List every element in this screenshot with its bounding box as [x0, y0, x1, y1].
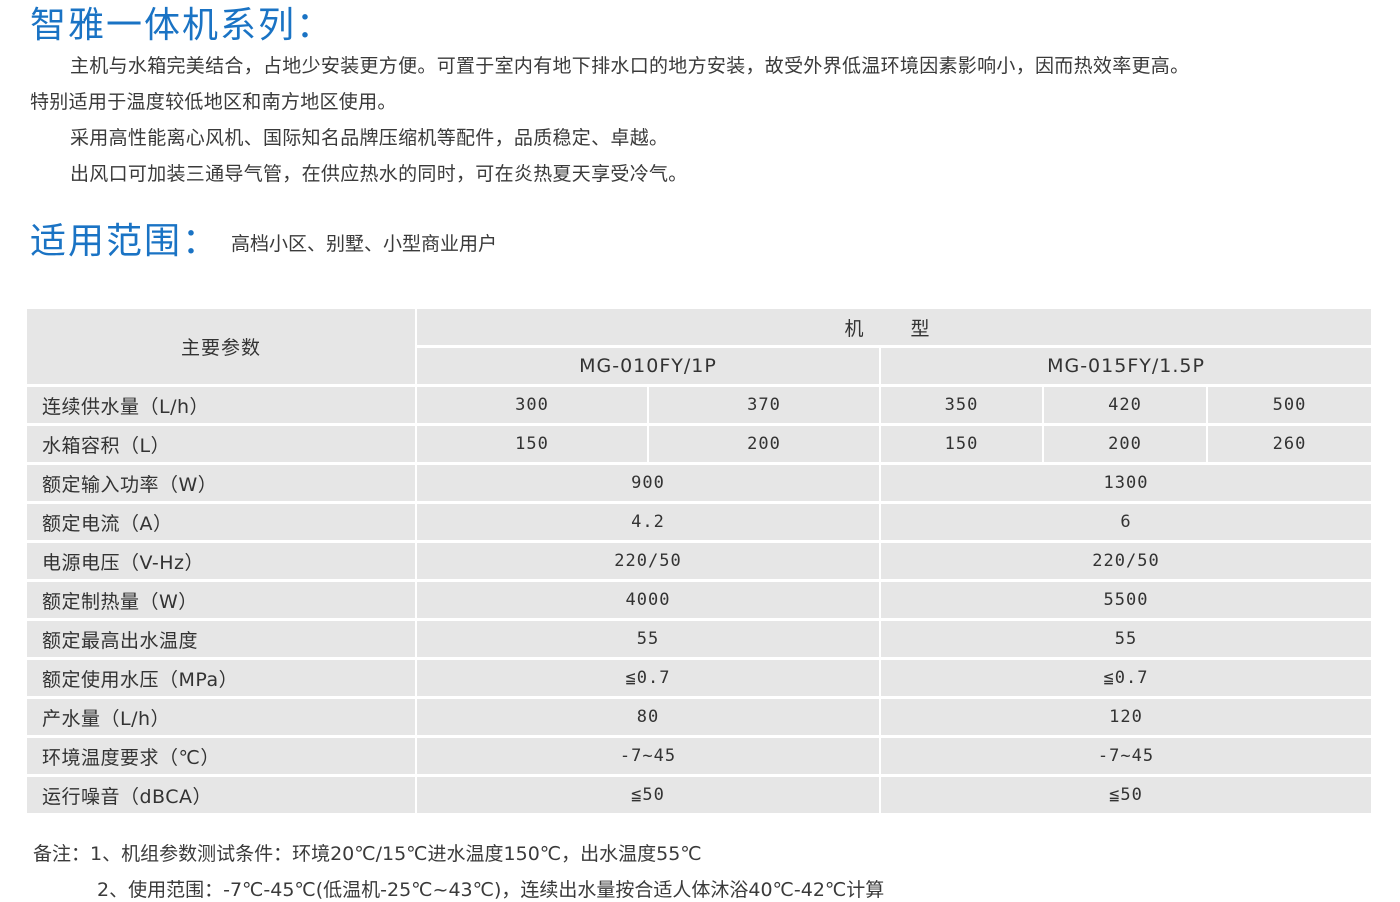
table-row: 连续供水量（L/h） 300 370 350 420 500 [27, 387, 1372, 426]
cell: 6 [881, 504, 1372, 543]
table-row: 运行噪音（dBCA） ≦50 ≦50 [27, 777, 1372, 816]
cell: 500 [1208, 387, 1372, 426]
row-label: 产水量（L/h） [27, 699, 417, 738]
cell: -7~45 [881, 738, 1372, 777]
cell: 200 [1044, 426, 1208, 465]
intro-paragraph-2: 采用高性能离心风机、国际知名品牌压缩机等配件，品质稳定、卓越。 [70, 127, 669, 149]
row-label: 额定使用水压（MPa） [27, 660, 417, 699]
cell: 5500 [881, 582, 1372, 621]
table-row: 额定输入功率（W） 900 1300 [27, 465, 1372, 504]
intro-paragraph-1: 主机与水箱完美结合，占地少安装更方便。可置于室内有地下排水口的地方安装，故受外界… [70, 55, 1190, 77]
note-line-2: 2、使用范围：-7℃-45℃(低温机-25℃~43℃)，连续出水量按合适人体沐浴… [97, 879, 885, 901]
cell: 260 [1208, 426, 1372, 465]
row-label: 额定电流（A） [27, 504, 417, 543]
cell: 350 [881, 387, 1044, 426]
table-row: 额定最高出水温度 55 55 [27, 621, 1372, 660]
cell: 220/50 [881, 543, 1372, 582]
cell: 80 [417, 699, 881, 738]
spec-table: 主要参数 机 型 MG-010FY/1P MG-015FY/1.5P 连续供水量… [27, 309, 1372, 816]
model-name-2: MG-015FY/1.5P [881, 348, 1372, 387]
param-header: 主要参数 [27, 309, 417, 387]
cell: 300 [417, 387, 649, 426]
series-heading: 智雅一体机系列： [30, 5, 335, 46]
cell: ≦50 [881, 777, 1372, 816]
cell: 900 [417, 465, 881, 504]
table-row: 额定电流（A） 4.2 6 [27, 504, 1372, 543]
note-line-1: 备注：1、机组参数测试条件：环境20℃/15℃进水温度150℃，出水温度55℃ [33, 843, 702, 865]
scope-heading: 适用范围： [30, 221, 221, 262]
cell: 1300 [881, 465, 1372, 504]
row-label: 额定最高出水温度 [27, 621, 417, 660]
table-row: 产水量（L/h） 80 120 [27, 699, 1372, 738]
cell: -7~45 [417, 738, 881, 777]
intro-paragraph-3: 出风口可加装三通导气管，在供应热水的同时，可在炎热夏天享受冷气。 [70, 163, 688, 185]
scope-text: 高档小区、别墅、小型商业用户 [231, 233, 498, 255]
table-header-row: 主要参数 机 型 [27, 309, 1372, 387]
cell: 55 [881, 621, 1372, 660]
cell: 220/50 [417, 543, 881, 582]
cell: ≦50 [417, 777, 881, 816]
table-row: 额定使用水压（MPa） ≦0.7 ≦0.7 [27, 660, 1372, 699]
row-label: 运行噪音（dBCA） [27, 777, 417, 816]
cell: 420 [1044, 387, 1208, 426]
row-label: 额定输入功率（W） [27, 465, 417, 504]
model-header: 机 型 [417, 309, 1372, 348]
cell: 150 [417, 426, 649, 465]
model-name-1: MG-010FY/1P [417, 348, 881, 387]
cell: 4.2 [417, 504, 881, 543]
row-label: 连续供水量（L/h） [27, 387, 417, 426]
cell: 200 [649, 426, 881, 465]
cell: 120 [881, 699, 1372, 738]
cell: 4000 [417, 582, 881, 621]
row-label: 额定制热量（W） [27, 582, 417, 621]
row-label: 电源电压（V-Hz） [27, 543, 417, 582]
intro-paragraph-1-continued: 特别适用于温度较低地区和南方地区使用。 [30, 91, 397, 113]
cell: 370 [649, 387, 881, 426]
table-row: 环境温度要求（℃） -7~45 -7~45 [27, 738, 1372, 777]
row-label: 水箱容积（L） [27, 426, 417, 465]
table-row: 水箱容积（L） 150 200 150 200 260 [27, 426, 1372, 465]
cell: 55 [417, 621, 881, 660]
cell: ≦0.7 [417, 660, 881, 699]
table-row: 电源电压（V-Hz） 220/50 220/50 [27, 543, 1372, 582]
table-row: 额定制热量（W） 4000 5500 [27, 582, 1372, 621]
row-label: 环境温度要求（℃） [27, 738, 417, 777]
cell: ≦0.7 [881, 660, 1372, 699]
cell: 150 [881, 426, 1044, 465]
